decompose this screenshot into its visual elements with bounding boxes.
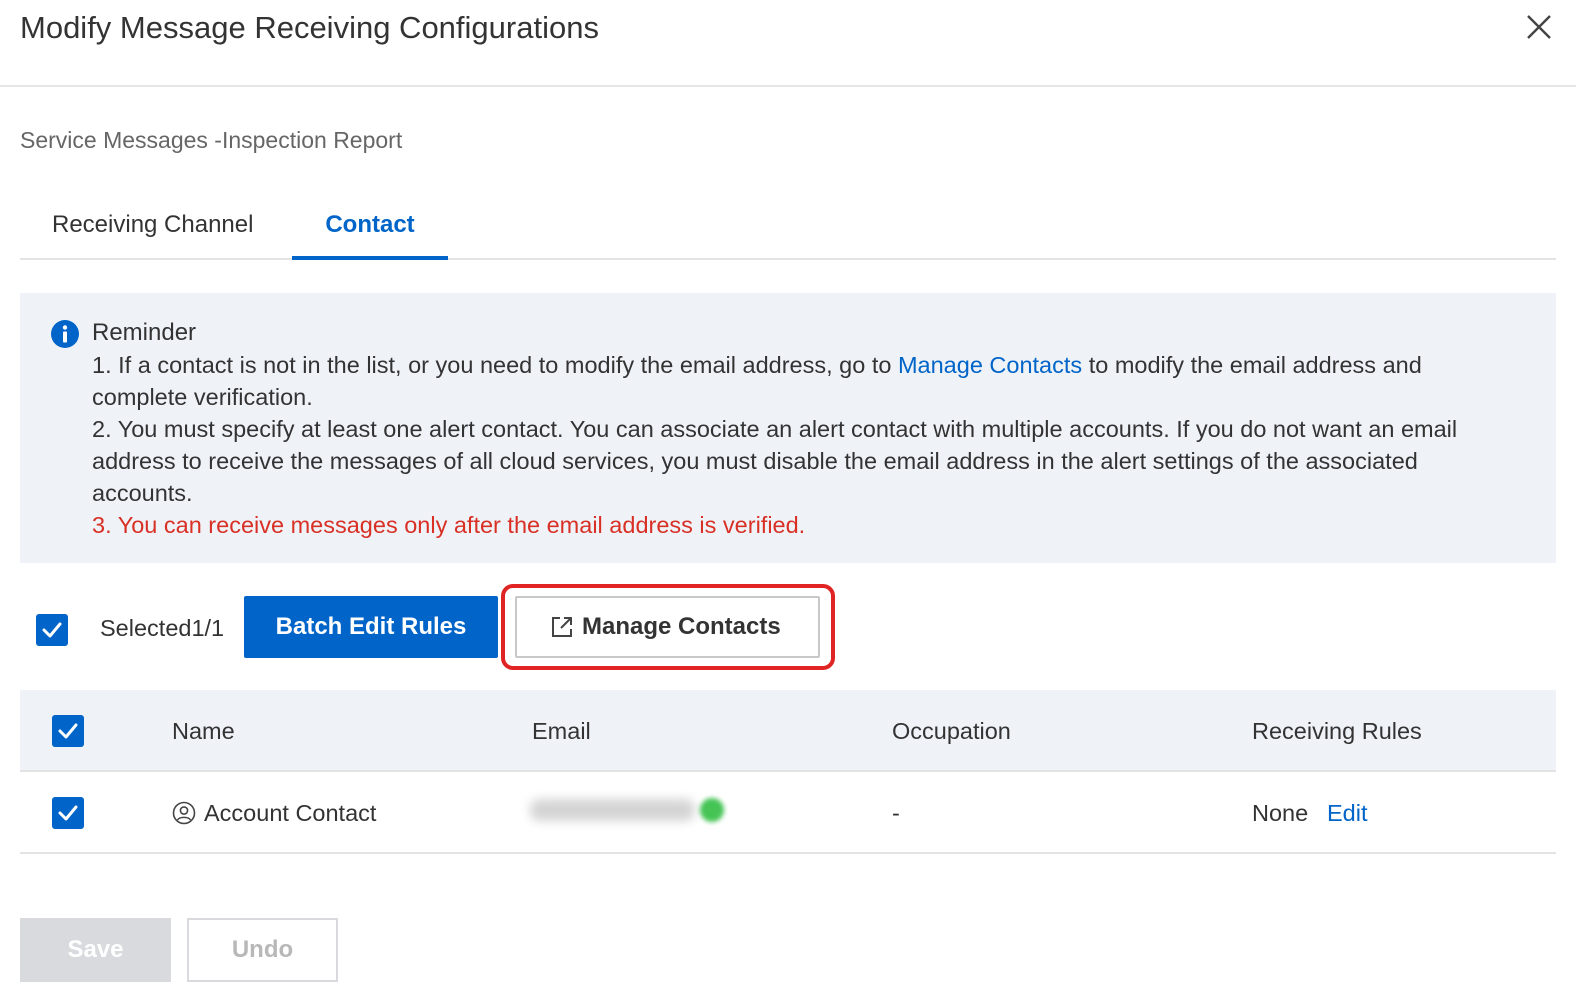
check-icon [42,622,62,638]
reminder-title: Reminder [92,319,197,346]
table-row: Account Contact - None Edit [20,772,1556,854]
dialog-header: Modify Message Receiving Configurations [0,0,1576,87]
batch-edit-rules-button[interactable]: Batch Edit Rules [244,596,498,658]
contact-name: Account Contact [204,800,377,826]
external-link-icon [552,617,572,637]
close-icon[interactable] [1522,10,1556,44]
reminder-body: 1. If a contact is not in the list, or y… [92,349,1522,541]
table-header: Name Email Occupation Receiving Rules [20,690,1556,772]
column-header-email: Email [532,718,591,744]
reminder-alert: Reminder 1. If a contact is not in the l… [20,293,1556,563]
column-header-receiving-rules: Receiving Rules [1252,718,1422,744]
column-header-occupation: Occupation [892,718,1011,744]
manage-contacts-label: Manage Contacts [582,613,781,640]
manage-contacts-button[interactable]: Manage Contacts [515,596,820,658]
undo-button[interactable]: Undo [187,918,338,982]
page-subtitle: Service Messages -Inspection Report [20,127,403,153]
tab-bar: Receiving Channel Contact [20,196,1556,260]
contact-occupation: - [892,800,900,826]
info-icon [51,320,79,348]
selected-count: Selected1/1 [100,615,225,641]
column-header-name: Name [172,718,235,744]
email-redacted [530,799,695,821]
select-all-checkbox[interactable] [36,614,68,646]
reminder-line-2: 2. You must specify at least one alert c… [92,416,1458,506]
reminder-line-3-warning: 3. You can receive messages only after t… [92,512,806,538]
reminder-line-1: 1. If a contact is not in the list, or y… [92,349,1522,413]
check-icon [58,723,78,739]
dialog-title: Modify Message Receiving Configurations [20,10,599,45]
header-checkbox[interactable] [52,715,84,747]
manage-contacts-link[interactable]: Manage Contacts [898,352,1082,378]
verified-status-icon [700,798,724,822]
tab-contact[interactable]: Contact [292,196,448,260]
check-icon [58,805,78,821]
receiving-rules-value: None [1252,800,1309,826]
user-icon [172,801,196,825]
row-checkbox[interactable] [52,797,84,829]
reminder-line-1-text: 1. If a contact is not in the list, or y… [92,352,898,378]
save-button[interactable]: Save [20,918,171,982]
tab-receiving-channel[interactable]: Receiving Channel [32,196,282,260]
edit-rules-link[interactable]: Edit [1327,797,1368,829]
